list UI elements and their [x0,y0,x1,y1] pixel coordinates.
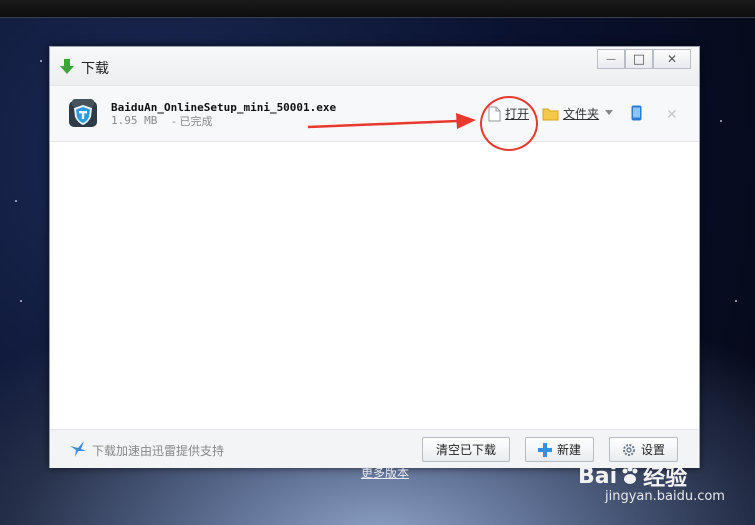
thunder-bird-icon [70,441,86,457]
star [20,300,22,302]
settings-label: 设置 [640,443,665,457]
close-button[interactable]: ✕ [653,49,691,69]
download-window: 下载 — □ ✕ BaiduAn_OnlineSetup_mini_50001.… [49,46,700,468]
remove-item-icon[interactable]: ✕ [666,107,678,123]
thunder-credit: 下载加速由迅雷提供支持 [92,444,225,458]
new-download-label: 新建 [556,443,581,457]
folder-dropdown-icon[interactable] [605,110,613,115]
title-bar[interactable]: 下载 — □ ✕ [50,47,699,85]
top-bar [0,0,755,18]
minimize-icon: — [606,53,616,65]
more-versions-link[interactable]: 更多版本 [361,464,409,481]
maximize-icon: □ [632,51,646,67]
maximize-button[interactable]: □ [625,49,653,69]
gear-icon [622,443,635,456]
file-name: BaiduAn_OnlineSetup_mini_50001.exe [111,101,337,114]
star [15,200,17,202]
clear-downloads-label: 清空已下载 [435,443,496,457]
close-icon: ✕ [666,52,678,66]
star [40,60,42,62]
phone-icon [631,105,642,121]
open-folder-link[interactable]: 文件夹 [542,105,599,122]
baidu-jingyan-watermark: Bai 经验 [578,460,687,492]
folder-icon [542,108,559,120]
annotation-arrow [308,113,476,129]
settings-button[interactable]: 设置 [609,437,678,462]
baidu-security-app-icon [69,99,97,127]
star [720,120,722,122]
file-size: 1.95 MB [111,114,158,127]
folder-label[interactable]: 文件夹 [563,105,599,122]
watermark-url: jingyan.baidu.com [605,489,725,504]
annotation-circle [480,96,538,151]
watermark-text-b: 经验 [643,466,688,491]
paw-icon [622,466,638,484]
star [735,300,737,302]
download-status: - 已完成 [172,115,213,128]
plus-icon [537,442,552,457]
send-to-phone-button[interactable] [631,105,642,124]
window-title: 下载 [81,61,109,77]
watermark-text-a: Bai [578,463,618,489]
download-arrow-icon [60,59,74,74]
clear-downloads-button[interactable]: 清空已下载 [422,437,510,462]
minimize-button[interactable]: — [597,49,625,69]
new-download-button[interactable]: 新建 [525,437,594,462]
